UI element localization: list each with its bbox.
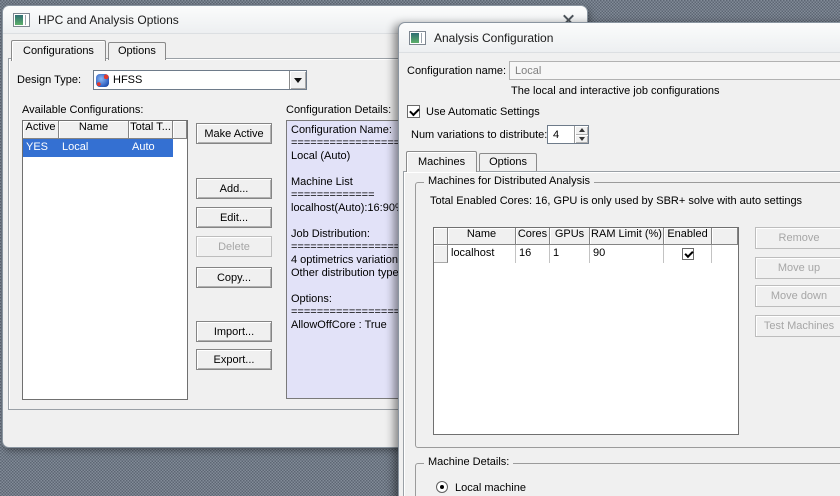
local-machine-label: Local machine xyxy=(455,482,526,494)
details-line xyxy=(291,215,399,228)
machine-details-label: Machine Details: xyxy=(424,456,514,468)
window-title: HPC and Analysis Options xyxy=(38,12,179,27)
configuration-name-label: Configuration name: xyxy=(407,65,507,77)
details-line: ==================== xyxy=(291,137,400,149)
tab-options[interactable]: Options xyxy=(107,42,166,60)
column-header-enabled: Enabled xyxy=(664,228,712,245)
details-line: ================== xyxy=(291,241,400,253)
analysis-titlebar[interactable]: Analysis Configuration xyxy=(399,23,840,53)
configuration-details-panel: Configuration Name: ====================… xyxy=(286,120,400,399)
import-button[interactable]: Import... xyxy=(196,321,272,342)
machines-table[interactable]: Name Cores GPUs RAM Limit (%) Enabled lo… xyxy=(433,227,739,435)
cell-enabled[interactable] xyxy=(664,245,712,263)
column-header-cores: Cores xyxy=(516,228,550,245)
details-line: ============= xyxy=(291,189,375,201)
num-variations-stepper[interactable]: 4 xyxy=(547,125,589,144)
column-header-active: Active xyxy=(23,121,59,139)
column-header-total: Total T... xyxy=(129,121,173,139)
tab-machines[interactable]: Machines xyxy=(406,151,478,172)
chevron-down-icon xyxy=(578,136,585,141)
column-header-gpus: GPUs xyxy=(550,228,590,245)
column-header-name: Name xyxy=(448,228,516,245)
column-header-selector xyxy=(434,228,448,245)
table-row[interactable]: localhost 16 1 90 xyxy=(434,245,738,263)
details-line: Configuration Name: xyxy=(291,124,392,136)
available-configurations-label: Available Configurations: xyxy=(22,104,144,116)
cell-spacer xyxy=(712,245,738,263)
details-line: Options: xyxy=(291,293,332,305)
details-line: ================== xyxy=(291,306,400,318)
configuration-details-label: Configuration Details: xyxy=(286,104,392,116)
design-type-combobox[interactable]: HFSS xyxy=(93,70,307,90)
tab-options[interactable]: Options xyxy=(479,153,537,171)
design-type-value: HFSS xyxy=(113,74,143,86)
column-header-spacer xyxy=(712,228,738,245)
machines-groupbox: Machines for Distributed Analysis Total … xyxy=(415,175,840,448)
local-machine-radio[interactable] xyxy=(436,481,448,493)
cell-ram-limit[interactable]: 90 xyxy=(590,245,664,263)
chevron-up-icon xyxy=(578,128,585,133)
hfss-icon xyxy=(96,73,109,87)
machine-details-groupbox: Machine Details: Local machine xyxy=(415,456,840,496)
num-variations-label: Num variations to distribute: xyxy=(411,129,548,141)
test-machines-button: Test Machines xyxy=(755,315,840,337)
cell-total[interactable]: Auto xyxy=(129,139,173,157)
analysis-configuration-dialog: Analysis Configuration Configuration nam… xyxy=(398,22,840,496)
stepper-down-button[interactable] xyxy=(575,134,588,143)
total-cores-info: Total Enabled Cores: 16, GPU is only use… xyxy=(430,195,803,207)
column-header-ram: RAM Limit (%) xyxy=(590,228,664,245)
cell-gpus[interactable]: 1 xyxy=(550,245,590,263)
details-line: localhost(Auto):16:90%:1 xyxy=(291,202,399,214)
details-line xyxy=(291,280,399,293)
details-line xyxy=(291,163,399,176)
desktop-background: HPC and Analysis Options Configurations … xyxy=(0,0,840,496)
hpc-tab-strip: Configurations Options xyxy=(11,40,168,61)
column-header-name: Name xyxy=(59,121,129,139)
cell-name[interactable]: Local xyxy=(59,139,129,157)
analysis-tab-strip: Machines Options xyxy=(406,151,539,172)
chevron-down-icon xyxy=(294,77,302,83)
enabled-checkbox[interactable] xyxy=(681,248,694,260)
details-line: Local (Auto) xyxy=(291,150,351,162)
stepper-buttons xyxy=(574,126,588,143)
details-line: 4 optimetrics variations w xyxy=(291,254,400,266)
dialog-icon xyxy=(13,12,30,27)
column-header-spacer xyxy=(173,121,187,139)
available-configurations-table[interactable]: Active Name Total T... YES Local Auto xyxy=(22,120,188,400)
use-automatic-settings-checkbox[interactable] xyxy=(407,105,420,118)
num-variations-value[interactable]: 4 xyxy=(548,126,574,143)
cell-cores[interactable]: 16 xyxy=(516,245,550,263)
edit-button[interactable]: Edit... xyxy=(196,207,272,228)
table-row[interactable]: YES Local Auto xyxy=(23,139,187,157)
move-up-button: Move up xyxy=(755,257,840,279)
machines-group-label: Machines for Distributed Analysis xyxy=(424,175,595,187)
cell-machine-name[interactable]: localhost xyxy=(448,245,516,263)
copy-button[interactable]: Copy... xyxy=(196,267,272,288)
details-line: Job Distribution: xyxy=(291,228,370,240)
details-line: Machine List xyxy=(291,176,353,188)
delete-button: Delete xyxy=(196,236,272,257)
details-line: AllowOffCore : True xyxy=(291,319,387,331)
combobox-dropdown-button[interactable] xyxy=(289,71,306,89)
make-active-button[interactable]: Make Active xyxy=(196,123,272,144)
table-header-row: Active Name Total T... xyxy=(23,121,187,139)
row-selector-cell[interactable] xyxy=(434,245,448,263)
table-header-row: Name Cores GPUs RAM Limit (%) Enabled xyxy=(434,228,738,245)
details-line: Other distribution types w xyxy=(291,267,399,279)
add-button[interactable]: Add... xyxy=(196,178,272,199)
use-automatic-settings-label: Use Automatic Settings xyxy=(426,106,540,118)
move-down-button: Move down xyxy=(755,285,840,307)
cell-spacer xyxy=(173,139,187,157)
stepper-up-button[interactable] xyxy=(575,126,588,135)
remove-button: Remove xyxy=(755,227,840,249)
design-type-label: Design Type: xyxy=(17,74,82,86)
configuration-description: The local and interactive job configurat… xyxy=(511,85,720,97)
configuration-name-input[interactable]: Local xyxy=(509,61,840,80)
window-title: Analysis Configuration xyxy=(434,30,554,45)
tab-configurations[interactable]: Configurations xyxy=(11,40,106,61)
dialog-icon xyxy=(409,30,426,45)
export-button[interactable]: Export... xyxy=(196,349,272,370)
cell-active[interactable]: YES xyxy=(23,139,59,157)
